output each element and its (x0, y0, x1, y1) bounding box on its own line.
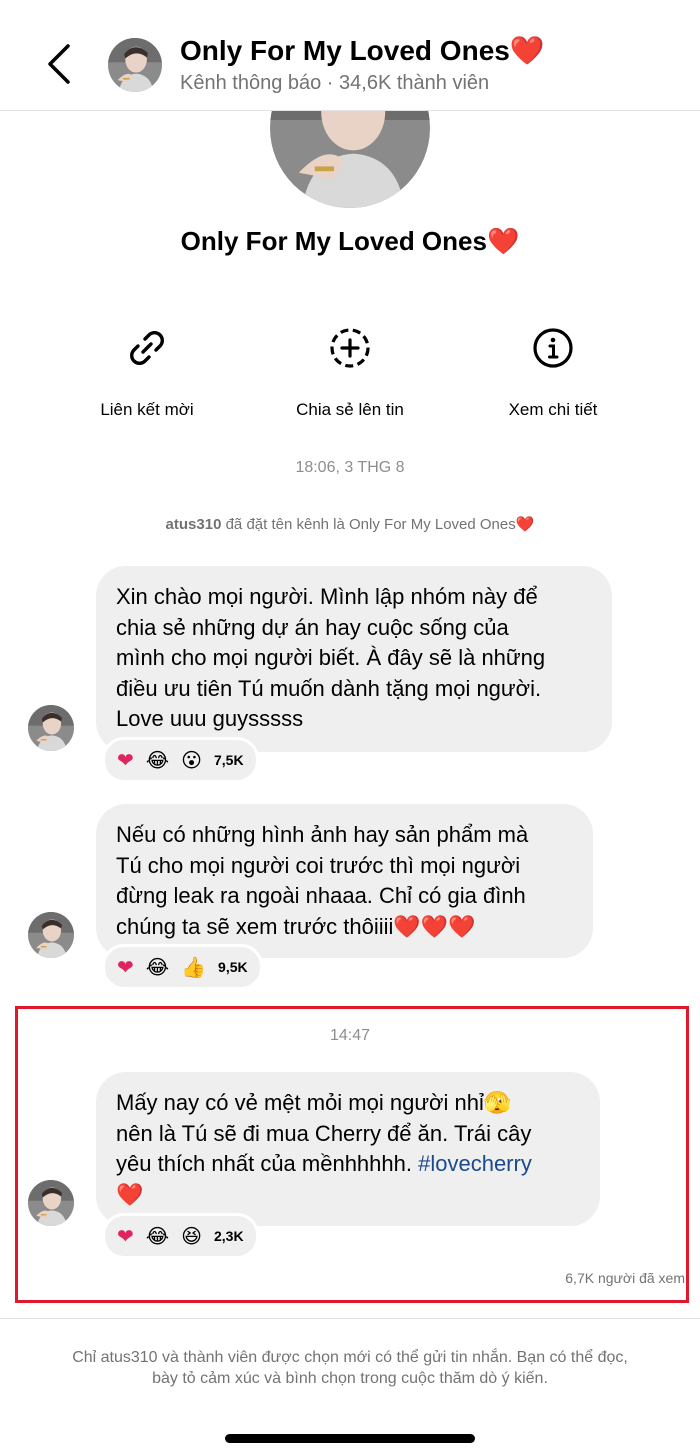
system-text: đã đặt tên kênh là Only For My Loved One… (221, 516, 535, 533)
add-story-icon (328, 326, 372, 370)
share-story-button[interactable]: Chia sẻ lên tin (250, 318, 450, 420)
message-line: Tú cho mọi người coi trước thì mọi người (116, 852, 521, 878)
message-line: ❤️ (116, 1181, 144, 1207)
message-line: yêu thích nhất của mềnhhhhh. #lovecherry (116, 1149, 580, 1180)
system-message: atus310 đã đặt tên kênh là Only For My L… (0, 515, 700, 533)
reactions-bar[interactable]: ❤ 😂 😮 7,5K (102, 737, 259, 783)
timestamp: 14:47 (329, 1027, 371, 1044)
notice-line: Chỉ atus310 và thành viên được chọn mới … (72, 1349, 628, 1366)
invite-link-button[interactable]: Liên kết mời (47, 318, 247, 420)
header-subtitle: Kênh thông báo · 34,6K thành viên (180, 72, 490, 94)
message-line: nên là Tú sẽ đi mua Cherry để ăn. Trái c… (116, 1120, 532, 1146)
permission-notice: Chỉ atus310 và thành viên được chọn mới … (0, 1318, 700, 1389)
message-line: chia sẻ những dự án hay cuộc sống của (116, 614, 509, 640)
notice-line: bày tỏ cảm xúc và bình chọn trong cuộc t… (152, 1370, 548, 1387)
heart-reaction-icon: ❤ (117, 955, 134, 979)
message-line-text: yêu thích nhất của mềnhhhhh. (116, 1151, 419, 1176)
timestamp: 18:06, 3 THG 8 (295, 459, 405, 476)
view-details-label: Xem chi tiết (508, 400, 598, 419)
sender-avatar[interactable] (28, 705, 74, 751)
message-line: điều ưu tiên Tú muốn dành tặng mọi người… (116, 675, 542, 701)
heart-reaction-icon: ❤ (117, 748, 134, 772)
reactions-bar[interactable]: ❤ 😂 👍 9,5K (102, 944, 263, 990)
share-story-label: Chia sẻ lên tin (296, 400, 404, 419)
message-line: Mấy nay có vẻ mệt mỏi mọi người nhỉ🫣 (116, 1090, 512, 1115)
squint-laugh-reaction-icon: 😆 (181, 1224, 202, 1248)
sender-avatar[interactable] (28, 912, 74, 958)
home-indicator[interactable] (225, 1434, 475, 1443)
reactions-bar[interactable]: ❤ 😂 😆 2,3K (102, 1213, 259, 1259)
thumbs-up-reaction-icon: 👍 (181, 955, 207, 979)
surprised-reaction-icon: 😮 (181, 748, 202, 772)
message-bubble[interactable]: Mấy nay có vẻ mệt mỏi mọi người nhỉ🫣 nên… (96, 1072, 600, 1226)
channel-header: Only For My Loved Ones❤️ Kênh thông báo … (0, 0, 700, 111)
sender-avatar[interactable] (28, 1180, 74, 1226)
message-line: mình cho mọi người biết. À đây sẽ là nhữ… (116, 645, 546, 670)
header-avatar[interactable] (108, 38, 162, 92)
message-line: Nếu có những hình ảnh hay sản phẩm mà (116, 822, 529, 847)
channel-name: Only For My Loved Ones❤️ (180, 226, 520, 256)
header-title[interactable]: Only For My Loved Ones❤️ (180, 34, 545, 67)
message-line: đừng leak ra ngoài nhaaa. Chỉ có gia đìn… (116, 883, 526, 908)
laugh-cry-reaction-icon: 😂 (145, 955, 170, 979)
link-icon (125, 326, 169, 370)
chevron-left-icon (48, 44, 70, 84)
message-line: Love uuu guysssss (116, 706, 304, 731)
hashtag-link[interactable]: #lovecherry (418, 1151, 532, 1176)
laugh-cry-reaction-icon: 😂 (145, 748, 170, 772)
message-line: chúng ta sẽ xem trước thôiiii❤️❤️❤️ (116, 913, 476, 939)
message-line: Xin chào mọi người. Mình lập nhóm này để (116, 584, 538, 609)
reaction-count: 2,3K (214, 1228, 244, 1244)
system-username[interactable]: atus310 (166, 516, 222, 533)
laugh-cry-reaction-icon: 😂 (145, 1224, 170, 1248)
reaction-count: 9,5K (218, 959, 248, 975)
message-bubble[interactable]: Nếu có những hình ảnh hay sản phẩm mà Tú… (96, 804, 593, 958)
message-bubble[interactable]: Xin chào mọi người. Mình lập nhóm này để… (96, 566, 612, 752)
seen-count: 6,7K người đã xem (565, 1270, 685, 1286)
reaction-count: 7,5K (214, 752, 244, 768)
view-details-button[interactable]: Xem chi tiết (453, 318, 653, 420)
info-icon (531, 326, 575, 370)
invite-link-label: Liên kết mời (100, 400, 194, 419)
back-button[interactable] (40, 40, 80, 88)
heart-reaction-icon: ❤ (117, 1224, 134, 1248)
